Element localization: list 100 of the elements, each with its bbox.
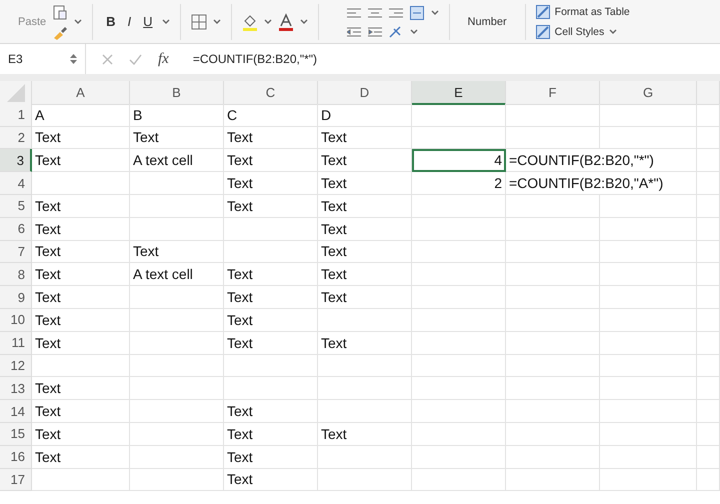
table-cell: B [130,104,224,127]
decrease-indent-icon[interactable] [346,26,361,36]
row-header[interactable]: 12 [0,354,32,378]
row-header[interactable]: 14 [0,400,32,423]
caret-icon[interactable] [410,28,418,34]
table-cell: Text [224,400,318,423]
table-cell [697,468,720,492]
table-cell: Text [130,240,224,264]
table-cell [697,332,720,355]
number-format-label[interactable]: Number [468,16,507,28]
table-cell: Text [224,263,318,286]
selected-cell[interactable]: 4 [412,149,506,172]
table-cell: Text [32,422,130,446]
row-header[interactable]: 11 [0,332,32,355]
table-cell [697,172,720,195]
caret-icon[interactable] [609,28,618,34]
table-cell: A text cell [130,263,224,286]
brush-icon[interactable] [52,26,68,40]
formula-field[interactable]: =COUNTIF(B2:B20,"*") [182,52,318,66]
row-header[interactable]: 1 [0,104,32,127]
row-header[interactable]: 6 [0,218,32,241]
font-color-icon[interactable] [278,12,294,30]
align-left-icon[interactable] [346,8,361,18]
table-cell: C [224,104,318,127]
table-cell: Text [32,286,130,309]
column-header[interactable]: G [600,81,697,105]
table-style-icon[interactable] [536,24,550,38]
row-header[interactable]: 7 [0,240,32,264]
underline-button[interactable]: U [140,14,156,29]
align-right-icon[interactable] [388,8,403,18]
table-cell: Text [32,377,130,400]
column-header[interactable]: E [412,81,506,105]
table-style-icon[interactable] [536,4,550,18]
table-cell: Text [224,468,318,492]
table-cell: Text [32,126,130,150]
caret-icon[interactable] [212,18,221,24]
table-cell: A text cell [130,149,224,172]
table-cell [697,240,720,264]
table-cell [697,308,720,332]
fill-color-icon[interactable] [242,12,258,30]
table-cell: =COUNTIF(B2:B20,"A*") [506,172,697,195]
caret-icon[interactable] [300,18,308,24]
style-button[interactable]: Format as Table [554,6,630,18]
name-box[interactable]: E3 [0,44,86,74]
table-cell: Text [318,286,412,309]
table-cell [697,446,720,469]
table-cell [697,104,720,127]
table-cell: Text [32,446,130,469]
row-header[interactable]: 13 [0,377,32,400]
row-header[interactable]: 17 [0,468,32,492]
table-cell: Text [318,218,412,241]
borders-icon[interactable] [190,14,207,30]
table-cell: Text [224,194,318,218]
bold-button[interactable]: B [103,14,119,29]
table-cell: Text [224,126,318,150]
row-header[interactable]: 5 [0,194,32,218]
orientation-icon[interactable] [388,26,403,38]
table-cell: Text [32,240,130,264]
row-header[interactable]: 15 [0,422,32,446]
insert-function-button[interactable]: fx [158,50,169,68]
stepper-icon[interactable] [70,53,77,65]
table-cell: Text [224,332,318,355]
table-cell: Text [224,308,318,332]
table-cell: Text [130,126,224,150]
table-cell: 2 [412,172,506,195]
table-cell: Text [318,149,412,172]
table-cell: Text [318,422,412,446]
table-cell: Text [318,332,412,355]
table-cell [697,286,720,309]
caret-icon[interactable] [264,18,272,24]
column-header[interactable]: F [506,81,600,105]
row-header[interactable]: 16 [0,446,32,469]
row-header[interactable]: 3 [0,149,32,172]
table-cell: Text [224,422,318,446]
row-header[interactable]: 9 [0,286,32,309]
clipboard-icon[interactable] [52,4,68,20]
style-button[interactable]: Cell Styles [554,26,604,38]
table-cell: Text [32,308,130,332]
column-header[interactable]: B [130,81,224,105]
table-cell [697,218,720,241]
column-header[interactable]: D [318,81,412,105]
row-header[interactable]: 2 [0,126,32,150]
caret-icon[interactable] [162,18,170,24]
table-cell: Text [224,286,318,309]
align-center-icon[interactable] [368,8,382,18]
column-header[interactable]: A [32,81,130,105]
increase-indent-icon[interactable] [368,26,382,36]
italic-button[interactable]: I [124,14,134,29]
table-cell: =COUNTIF(B2:B20,"*") [506,149,697,172]
row-header[interactable]: 4 [0,172,32,195]
row-header[interactable]: 8 [0,263,32,286]
caret-icon[interactable] [430,10,439,16]
table-cell: A [32,104,130,127]
merge-icon[interactable] [410,6,424,20]
table-cell [697,194,720,218]
row-header[interactable]: 10 [0,308,32,332]
column-header[interactable]: C [224,81,318,105]
caret-icon[interactable] [74,18,82,24]
table-cell: Text [32,400,130,423]
table-cell: Text [318,126,412,150]
